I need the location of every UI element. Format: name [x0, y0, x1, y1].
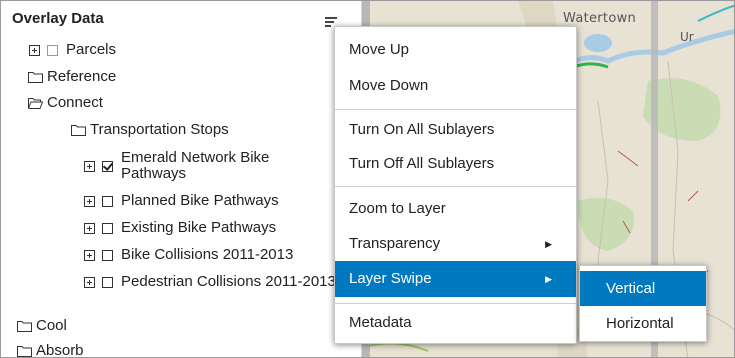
menu-separator — [335, 186, 576, 187]
layer-row-parcels[interactable]: Parcels — [29, 42, 116, 58]
layer-label: Parcels — [66, 41, 117, 58]
layer-row-pedestrian-collisions[interactable]: Pedestrian Collisions 2011-2013 — [84, 274, 336, 290]
group-label: Cool — [36, 317, 67, 334]
layer-row-existing-bike[interactable]: Existing Bike Pathways — [84, 220, 276, 236]
menu-separator — [335, 109, 576, 110]
layer-checkbox[interactable] — [102, 195, 113, 207]
submenu-item-vertical[interactable]: Vertical — [580, 271, 706, 306]
menu-item-label: Layer Swipe — [349, 270, 432, 287]
folder-closed-icon — [71, 125, 86, 136]
expand-icon[interactable] — [84, 195, 95, 207]
menu-item-metadata[interactable]: Metadata — [335, 305, 576, 341]
expand-icon[interactable] — [29, 44, 40, 56]
overlay-data-panel: Overlay Data Parcels Reference Connect T… — [1, 1, 361, 358]
group-row-transportation-stops[interactable]: Transportation Stops — [71, 122, 229, 138]
group-label: Transportation Stops — [90, 121, 229, 138]
group-row-connect[interactable]: Connect — [28, 95, 103, 111]
layer-label: Planned Bike Pathways — [121, 192, 279, 209]
menu-item-zoom-to-layer[interactable]: Zoom to Layer — [335, 191, 576, 227]
menu-separator — [335, 303, 576, 304]
layer-checkbox[interactable] — [102, 276, 113, 288]
menu-item-move-down[interactable]: Move Down — [335, 68, 576, 104]
map-label: Ur — [680, 30, 694, 44]
group-label: Absorb — [36, 342, 84, 358]
layer-label: Existing Bike Pathways — [121, 219, 277, 236]
menu-item-turn-on-sublayers[interactable]: Turn On All Sublayers — [335, 112, 576, 148]
expand-icon[interactable] — [84, 276, 95, 288]
group-row-cool[interactable]: Cool — [17, 318, 67, 334]
menu-item-layer-swipe[interactable]: Layer Swipe ▶ — [335, 261, 576, 297]
menu-item-transparency[interactable]: Transparency ▶ — [335, 226, 576, 262]
layer-checkbox[interactable] — [102, 222, 113, 234]
layer-context-menu: Move Up Move Down Turn On All Sublayers … — [334, 26, 577, 344]
layer-checkbox[interactable] — [102, 249, 113, 261]
expand-icon[interactable] — [84, 222, 95, 234]
folder-closed-icon — [17, 321, 32, 332]
layer-row-planned-bike[interactable]: Planned Bike Pathways — [84, 193, 279, 209]
submenu-arrow-icon: ▶ — [545, 274, 552, 284]
folder-closed-icon — [17, 346, 32, 357]
layer-label: Emerald Network Bike Pathways — [121, 149, 270, 182]
expand-icon[interactable] — [84, 160, 95, 172]
panel-title: Overlay Data — [12, 10, 104, 27]
group-label: Connect — [47, 94, 103, 111]
group-row-reference[interactable]: Reference — [28, 69, 116, 85]
menu-item-turn-off-sublayers[interactable]: Turn Off All Sublayers — [335, 146, 576, 182]
layer-swipe-submenu: Vertical Horizontal — [579, 265, 707, 342]
app-frame: Watertown Ur Overlay Data Parcels Refere… — [0, 0, 735, 358]
folder-open-icon — [28, 98, 43, 109]
menu-item-label: Transparency — [349, 235, 441, 252]
map-label: Watertown — [563, 11, 637, 26]
layer-row-emerald-network[interactable]: Emerald Network Bike Pathways — [84, 150, 321, 182]
layer-checkbox[interactable] — [47, 44, 58, 56]
menu-item-move-up[interactable]: Move Up — [335, 32, 576, 68]
layer-label: Bike Collisions 2011-2013 — [121, 246, 294, 263]
expand-icon[interactable] — [84, 249, 95, 261]
group-label: Reference — [47, 68, 117, 85]
folder-closed-icon — [28, 72, 43, 83]
submenu-item-horizontal[interactable]: Horizontal — [580, 306, 706, 341]
submenu-arrow-icon: ▶ — [545, 239, 552, 249]
group-row-absorb[interactable]: Absorb — [17, 342, 84, 358]
layer-label: Pedestrian Collisions 2011-2013 — [121, 273, 336, 290]
layer-checkbox[interactable] — [102, 160, 113, 172]
layer-row-bike-collisions[interactable]: Bike Collisions 2011-2013 — [84, 247, 293, 263]
